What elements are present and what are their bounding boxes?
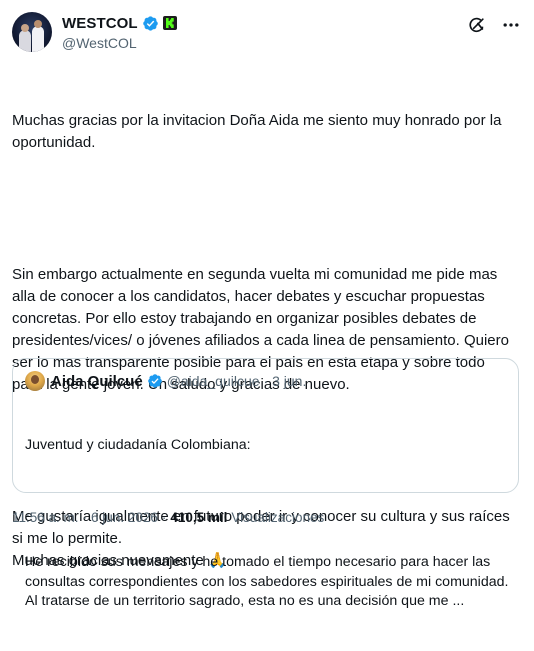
- kick-logo-icon[interactable]: [162, 16, 177, 30]
- quoted-line: He recibido sus mensajes y he tomado el …: [25, 554, 512, 609]
- quoted-avatar: [25, 371, 45, 391]
- quoted-handle: @aida_quilcue: [166, 373, 260, 389]
- views-label: Visualizaciones: [231, 510, 325, 525]
- tweet-paragraph: Muchas gracias por la invitacion Doña Ai…: [12, 112, 506, 151]
- author-names: WESTCOL @WestCOL: [62, 14, 177, 51]
- quoted-line: Juventud y ciudadanía Colombiana:: [25, 437, 251, 453]
- quoted-display-name: Aida Quilcué: [51, 372, 143, 390]
- verified-badge-icon: [147, 374, 162, 388]
- tweet-footer: 11:56 a. m. · 6 jun. 2026 · 410,5 mil Vi…: [12, 510, 325, 525]
- tweet-time[interactable]: 11:56 a. m.: [12, 510, 79, 525]
- tweet-header: WESTCOL @WestCOL: [12, 12, 522, 54]
- more-icon[interactable]: [500, 14, 522, 36]
- avatar[interactable]: [12, 12, 52, 52]
- quoted-date: · 3 jun.: [263, 373, 307, 389]
- verified-badge-icon[interactable]: [142, 15, 159, 32]
- tweet-date[interactable]: 6 jun. 2026: [91, 510, 158, 525]
- views-count[interactable]: 410,5 mil: [170, 510, 227, 525]
- quoted-tweet[interactable]: Aida Quilcué @aida_quilcue · 3 jun. Juve…: [12, 358, 519, 609]
- header-actions: [454, 14, 522, 36]
- tweet-card: WESTCOL @WestCOL Muchas gracias por la i…: [0, 0, 534, 609]
- quoted-tweet-header: Aida Quilcué @aida_quilcue · 3 jun.: [25, 371, 306, 391]
- grok-icon[interactable]: [466, 14, 488, 36]
- author-handle[interactable]: @WestCOL: [62, 35, 177, 51]
- author-display-name[interactable]: WESTCOL: [62, 15, 138, 32]
